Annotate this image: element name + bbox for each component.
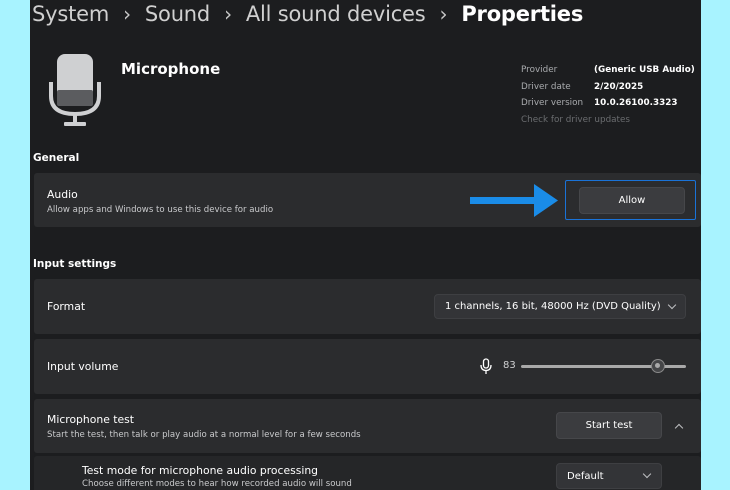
test-mode-dropdown[interactable]: Default: [556, 463, 662, 489]
input-volume-slider[interactable]: [521, 359, 686, 373]
breadcrumb-properties: Properties: [461, 2, 584, 26]
test-mode-label: Test mode for microphone audio processin…: [82, 464, 319, 477]
section-heading-input-settings: Input settings: [33, 258, 117, 270]
chevron-right-icon: ›: [439, 2, 448, 26]
driver-row-version: Driver version 10.0.26100.3323: [521, 95, 695, 112]
test-mode-description: Choose different modes to hear how recor…: [82, 479, 352, 489]
arrow-right-icon: [468, 181, 560, 225]
driver-value: 2/20/2025: [594, 81, 644, 92]
breadcrumb-all-sound-devices[interactable]: All sound devices: [246, 2, 426, 26]
input-volume-value: 83: [503, 360, 516, 371]
audio-description: Allow apps and Windows to use this devic…: [47, 205, 274, 215]
microphone-test-label: Microphone test: [47, 413, 135, 426]
chevron-right-icon: ›: [123, 2, 131, 26]
check-driver-updates-link[interactable]: Check for driver updates: [521, 112, 630, 129]
format-dropdown[interactable]: 1 channels, 16 bit, 48000 Hz (DVD Qualit…: [434, 294, 686, 319]
format-value: 1 channels, 16 bit, 48000 Hz (DVD Qualit…: [445, 301, 661, 312]
settings-window: System › Sound › All sound devices › Pro…: [30, 0, 701, 490]
breadcrumb: System › Sound › All sound devices › Pro…: [32, 0, 583, 29]
microphone-icon[interactable]: [480, 358, 492, 379]
allow-button[interactable]: Allow: [579, 187, 685, 214]
format-label: Format: [47, 300, 86, 313]
driver-info: Provider (Generic USB Audio) Driver date…: [521, 62, 695, 128]
start-test-button[interactable]: Start test: [556, 412, 662, 439]
driver-label: Driver version: [521, 98, 584, 108]
chevron-down-icon: [667, 300, 677, 310]
chevron-down-icon: [642, 469, 652, 479]
driver-row-date: Driver date 2/20/2025: [521, 79, 695, 96]
breadcrumb-system[interactable]: System: [32, 2, 109, 26]
chevron-up-icon[interactable]: [674, 422, 684, 433]
audio-label: Audio: [47, 188, 78, 201]
driver-value: 10.0.26100.3323: [594, 98, 678, 108]
input-volume-slider-thumb[interactable]: [650, 359, 665, 373]
chevron-right-icon: ›: [224, 2, 232, 26]
driver-row-provider: Provider (Generic USB Audio): [521, 62, 695, 79]
driver-value: (Generic USB Audio): [594, 65, 695, 75]
input-volume-label: Input volume: [47, 360, 119, 373]
device-name: Microphone: [121, 60, 221, 78]
section-heading-general: General: [33, 152, 80, 164]
driver-label: Driver date: [521, 81, 571, 92]
microphone-test-description: Start the test, then talk or play audio …: [47, 430, 361, 440]
test-mode-value: Default: [567, 470, 604, 482]
breadcrumb-sound[interactable]: Sound: [145, 2, 210, 26]
microphone-device-icon: [48, 52, 104, 130]
driver-label: Provider: [521, 65, 558, 75]
